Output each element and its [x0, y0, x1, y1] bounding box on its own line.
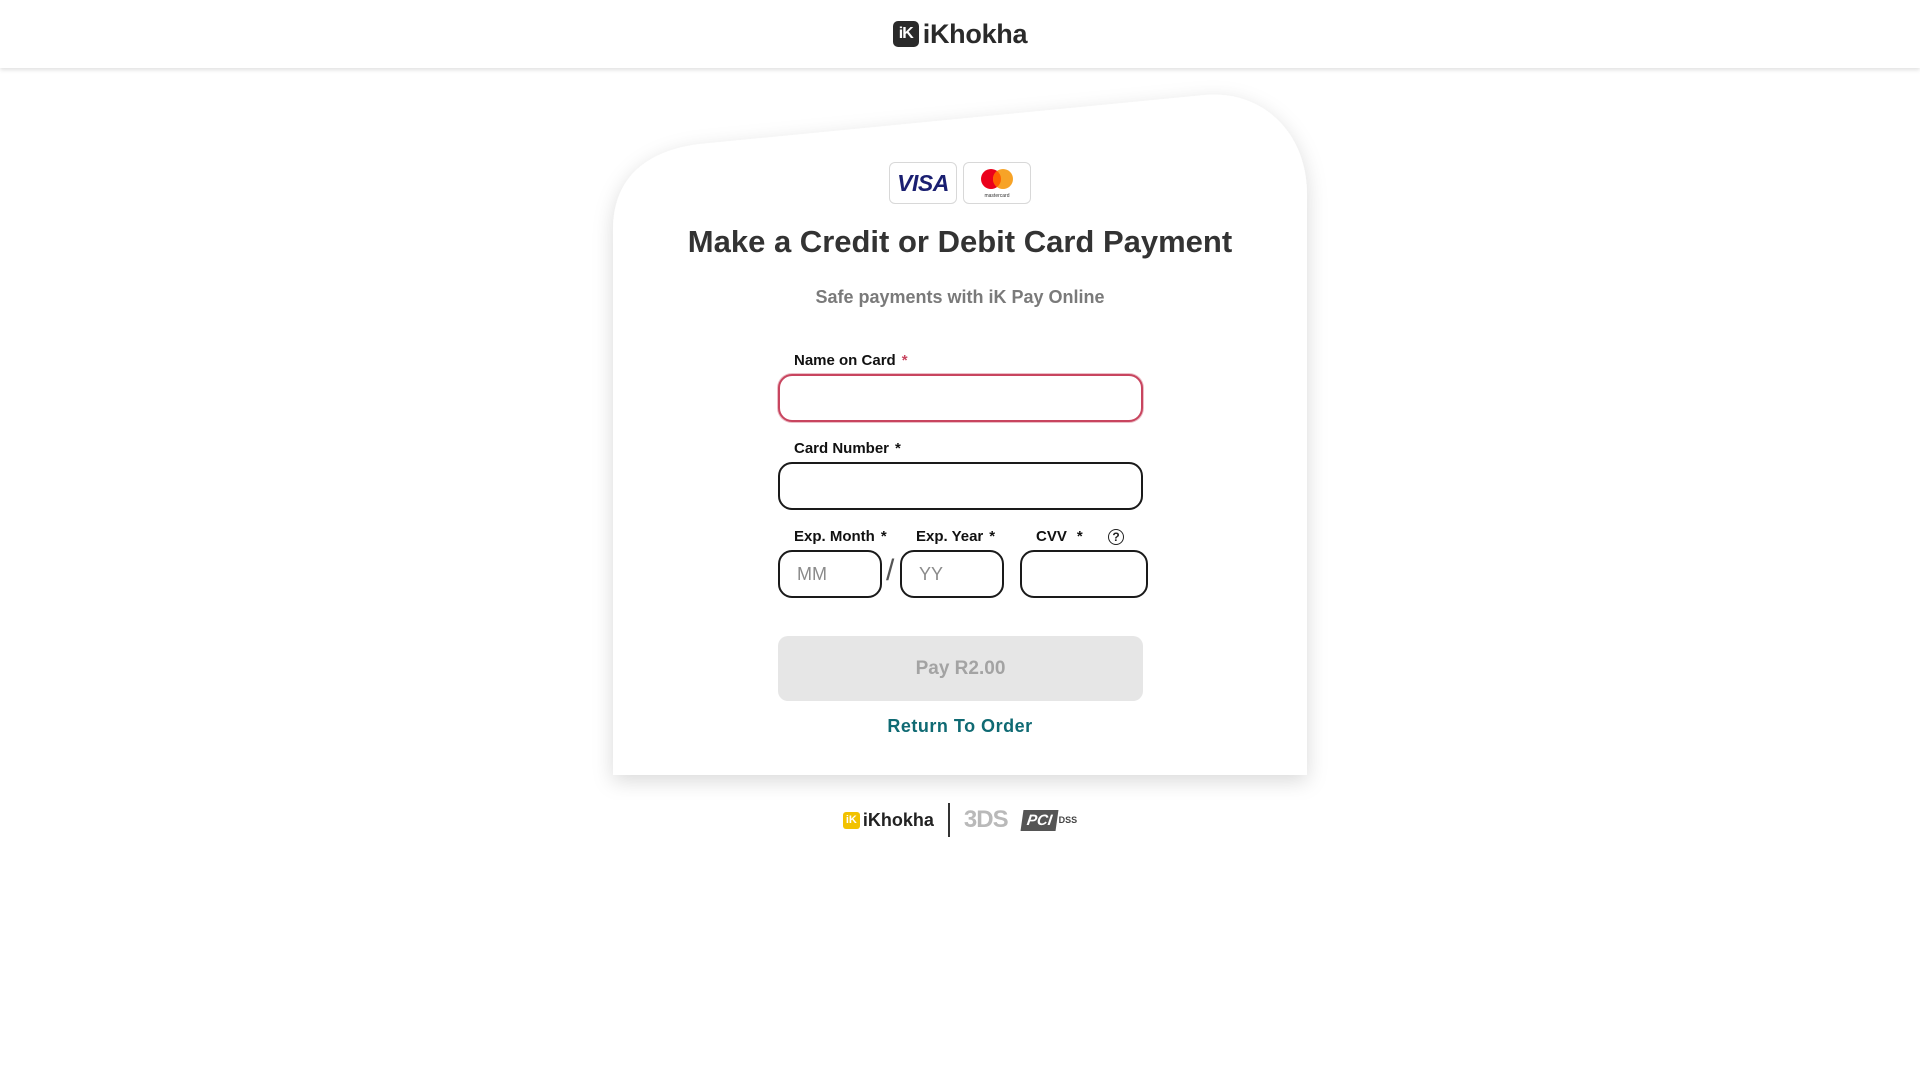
page-title: Make a Credit or Debit Card Payment — [687, 224, 1233, 259]
footer-divider — [947, 803, 950, 837]
name-on-card-label-text: Name on Card — [794, 352, 896, 369]
footer-ikhokha-mark: iK — [842, 811, 860, 829]
exp-month-input[interactable] — [778, 550, 882, 598]
payment-card: VISA mastercard Make a Credit or Debit C… — [613, 90, 1307, 775]
card-number-label: Card Number * — [794, 440, 901, 457]
pci-badge-text: PCI — [1020, 809, 1059, 831]
footer-badges: iK iKhokha 3DS PCI DSS — [0, 800, 1920, 840]
required-mark: * — [1076, 528, 1083, 545]
expiry-separator: / — [886, 554, 895, 587]
mastercard-wordmark: mastercard — [984, 193, 1009, 199]
card-number-label-text: Card Number — [794, 440, 890, 457]
cvv-help-icon[interactable]: ? — [1108, 529, 1124, 545]
pay-button[interactable]: Pay R2.00 — [778, 636, 1143, 701]
pci-dss-badge: PCI DSS — [1020, 809, 1078, 831]
exp-year-input[interactable] — [900, 550, 1004, 598]
exp-month-label-text: Exp. Month — [794, 528, 875, 545]
ikhokha-logo[interactable]: iK iKhokha — [892, 18, 1028, 50]
ikhokha-logo-text: iKhokha — [922, 18, 1028, 49]
name-on-card-input[interactable] — [778, 374, 1143, 422]
card-number-input[interactable] — [778, 462, 1143, 510]
required-mark: * — [989, 528, 996, 545]
cvv-label-text: CVV — [1036, 528, 1067, 545]
exp-year-label-text: Exp. Year — [916, 528, 984, 545]
cvv-label: CVV * — [1036, 528, 1083, 545]
visa-text: VISA — [897, 169, 949, 196]
mastercard-icon: mastercard — [981, 169, 1013, 199]
return-to-order-link[interactable]: Return To Order — [613, 716, 1307, 737]
dss-badge-text: DSS — [1058, 814, 1078, 825]
exp-month-label: Exp. Month * — [794, 528, 887, 545]
required-mark: * — [880, 528, 887, 545]
cvv-input[interactable] — [1020, 550, 1148, 598]
footer-ikhokha-logo: iK iKhokha — [842, 809, 934, 831]
card-brands: VISA mastercard — [613, 162, 1307, 204]
page-subtitle: Safe payments with iK Pay Online — [815, 287, 1105, 307]
ikhokha-logo-mark: iK — [892, 21, 919, 47]
top-header: iK iKhokha — [0, 0, 1920, 68]
exp-year-label: Exp. Year * — [916, 528, 995, 545]
name-on-card-label: Name on Card * — [794, 352, 908, 369]
required-mark: * — [901, 352, 908, 369]
visa-logo: VISA — [889, 162, 957, 204]
mastercard-logo: mastercard — [963, 162, 1031, 204]
3ds-badge: 3DS — [963, 806, 1009, 833]
required-mark: * — [895, 440, 901, 457]
footer-ikhokha-text: iKhokha — [862, 809, 934, 830]
